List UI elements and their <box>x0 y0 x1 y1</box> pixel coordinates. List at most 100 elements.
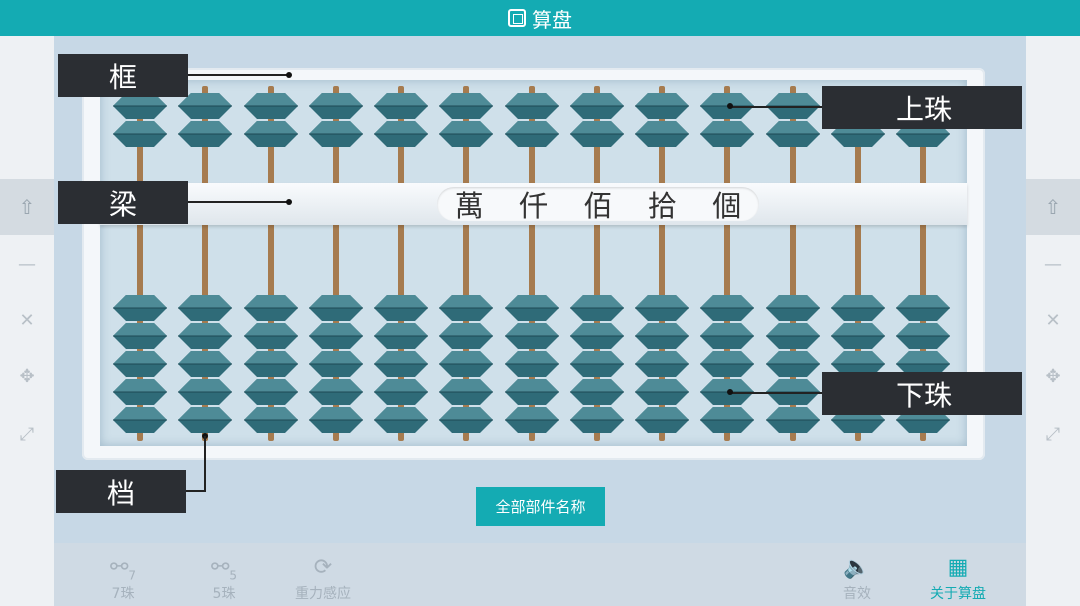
lower-bead[interactable] <box>373 406 429 434</box>
minimize-icon[interactable]: — <box>0 254 54 275</box>
lower-bead[interactable] <box>438 294 494 322</box>
lower-bead[interactable] <box>373 322 429 350</box>
upper-bead[interactable] <box>243 120 299 148</box>
lower-bead[interactable] <box>243 350 299 378</box>
about-abacus-button[interactable]: ▦ 关于算盘 <box>918 553 998 603</box>
lower-bead[interactable] <box>569 378 625 406</box>
fullscreen-icon[interactable]: ⤢ <box>0 424 54 445</box>
lower-bead[interactable] <box>569 350 625 378</box>
lower-bead[interactable] <box>243 378 299 406</box>
lower-bead[interactable] <box>438 378 494 406</box>
label-upper-bead: 上珠 <box>822 86 1022 129</box>
lower-bead[interactable] <box>634 350 690 378</box>
lower-bead[interactable] <box>634 322 690 350</box>
upper-bead[interactable] <box>243 92 299 120</box>
lower-bead[interactable] <box>699 350 755 378</box>
upper-bead[interactable] <box>438 92 494 120</box>
upper-bead[interactable] <box>765 120 821 148</box>
lower-bead[interactable] <box>177 350 233 378</box>
five-bead-button[interactable]: ⚯5 5珠 <box>184 553 264 603</box>
seven-bead-button[interactable]: ⚯7 7珠 <box>83 553 163 603</box>
lower-bead[interactable] <box>634 294 690 322</box>
lower-bead[interactable] <box>112 406 168 434</box>
upper-bead[interactable] <box>569 92 625 120</box>
upper-bead[interactable] <box>699 120 755 148</box>
lower-bead[interactable] <box>177 406 233 434</box>
lower-bead[interactable] <box>112 350 168 378</box>
app-title: 算盘 <box>532 7 572 32</box>
title-bar: 算盘 <box>0 0 1080 36</box>
lower-bead[interactable] <box>243 322 299 350</box>
move-icon[interactable]: ✥ <box>0 366 54 387</box>
move-icon[interactable]: ✥ <box>1026 366 1080 387</box>
upper-bead[interactable] <box>177 120 233 148</box>
upper-bead[interactable] <box>504 92 560 120</box>
seven-bead-number: 7 <box>128 568 137 583</box>
lower-bead[interactable] <box>112 378 168 406</box>
upper-bead[interactable] <box>112 120 168 148</box>
lower-bead[interactable] <box>373 350 429 378</box>
upper-bead[interactable] <box>504 120 560 148</box>
label-rod: 档 <box>56 470 186 513</box>
lower-bead[interactable] <box>504 350 560 378</box>
lower-bead[interactable] <box>373 378 429 406</box>
upper-bead[interactable] <box>308 120 364 148</box>
lower-bead[interactable] <box>765 294 821 322</box>
lower-bead[interactable] <box>308 322 364 350</box>
gravity-sensor-button[interactable]: ⟳ 重力感应 <box>283 553 363 603</box>
lower-bead[interactable] <box>177 294 233 322</box>
lower-bead[interactable] <box>765 350 821 378</box>
label-lower-bead: 下珠 <box>822 372 1022 415</box>
upper-bead[interactable] <box>634 92 690 120</box>
gravity-sensor-icon: ⟳ <box>313 555 333 580</box>
lower-bead[interactable] <box>373 294 429 322</box>
lower-bead[interactable] <box>308 294 364 322</box>
lower-bead[interactable] <box>177 378 233 406</box>
upper-bead[interactable] <box>634 120 690 148</box>
lower-bead[interactable] <box>243 294 299 322</box>
lower-bead[interactable] <box>438 322 494 350</box>
lower-bead[interactable] <box>504 378 560 406</box>
all-part-names-button[interactable]: 全部部件名称 <box>476 487 605 526</box>
close-icon[interactable]: ✕ <box>1026 310 1080 331</box>
lower-bead[interactable] <box>634 406 690 434</box>
close-icon[interactable]: ✕ <box>0 310 54 331</box>
minimize-icon[interactable]: — <box>1026 254 1080 275</box>
lower-bead[interactable] <box>895 294 951 322</box>
lower-bead[interactable] <box>765 406 821 434</box>
share-icon[interactable]: ⇧ <box>1026 179 1080 235</box>
lower-bead[interactable] <box>765 322 821 350</box>
lower-bead[interactable] <box>504 322 560 350</box>
upper-bead[interactable] <box>373 92 429 120</box>
lower-bead[interactable] <box>895 322 951 350</box>
upper-bead[interactable] <box>308 92 364 120</box>
lower-bead[interactable] <box>308 378 364 406</box>
lower-bead[interactable] <box>699 294 755 322</box>
lower-bead[interactable] <box>504 294 560 322</box>
lower-bead[interactable] <box>830 322 886 350</box>
upper-bead[interactable] <box>373 120 429 148</box>
lower-bead[interactable] <box>569 406 625 434</box>
lower-bead[interactable] <box>634 378 690 406</box>
lower-bead[interactable] <box>699 322 755 350</box>
leader-dot-lower-bead <box>727 389 733 395</box>
lower-bead[interactable] <box>569 294 625 322</box>
lower-bead[interactable] <box>112 294 168 322</box>
lower-bead[interactable] <box>177 322 233 350</box>
lower-bead[interactable] <box>438 350 494 378</box>
lower-bead[interactable] <box>504 406 560 434</box>
fullscreen-icon[interactable]: ⤢ <box>1026 424 1080 445</box>
lower-bead[interactable] <box>438 406 494 434</box>
lower-bead[interactable] <box>569 322 625 350</box>
upper-bead[interactable] <box>438 120 494 148</box>
lower-bead[interactable] <box>243 406 299 434</box>
upper-bead[interactable] <box>569 120 625 148</box>
lower-bead[interactable] <box>830 294 886 322</box>
lower-bead[interactable] <box>699 406 755 434</box>
share-icon[interactable]: ⇧ <box>0 179 54 235</box>
lower-bead[interactable] <box>308 350 364 378</box>
sound-effect-button[interactable]: 🔈 音效 <box>817 553 897 603</box>
lower-bead[interactable] <box>112 322 168 350</box>
lower-bead[interactable] <box>308 406 364 434</box>
gravity-sensor-label: 重力感应 <box>295 586 351 602</box>
